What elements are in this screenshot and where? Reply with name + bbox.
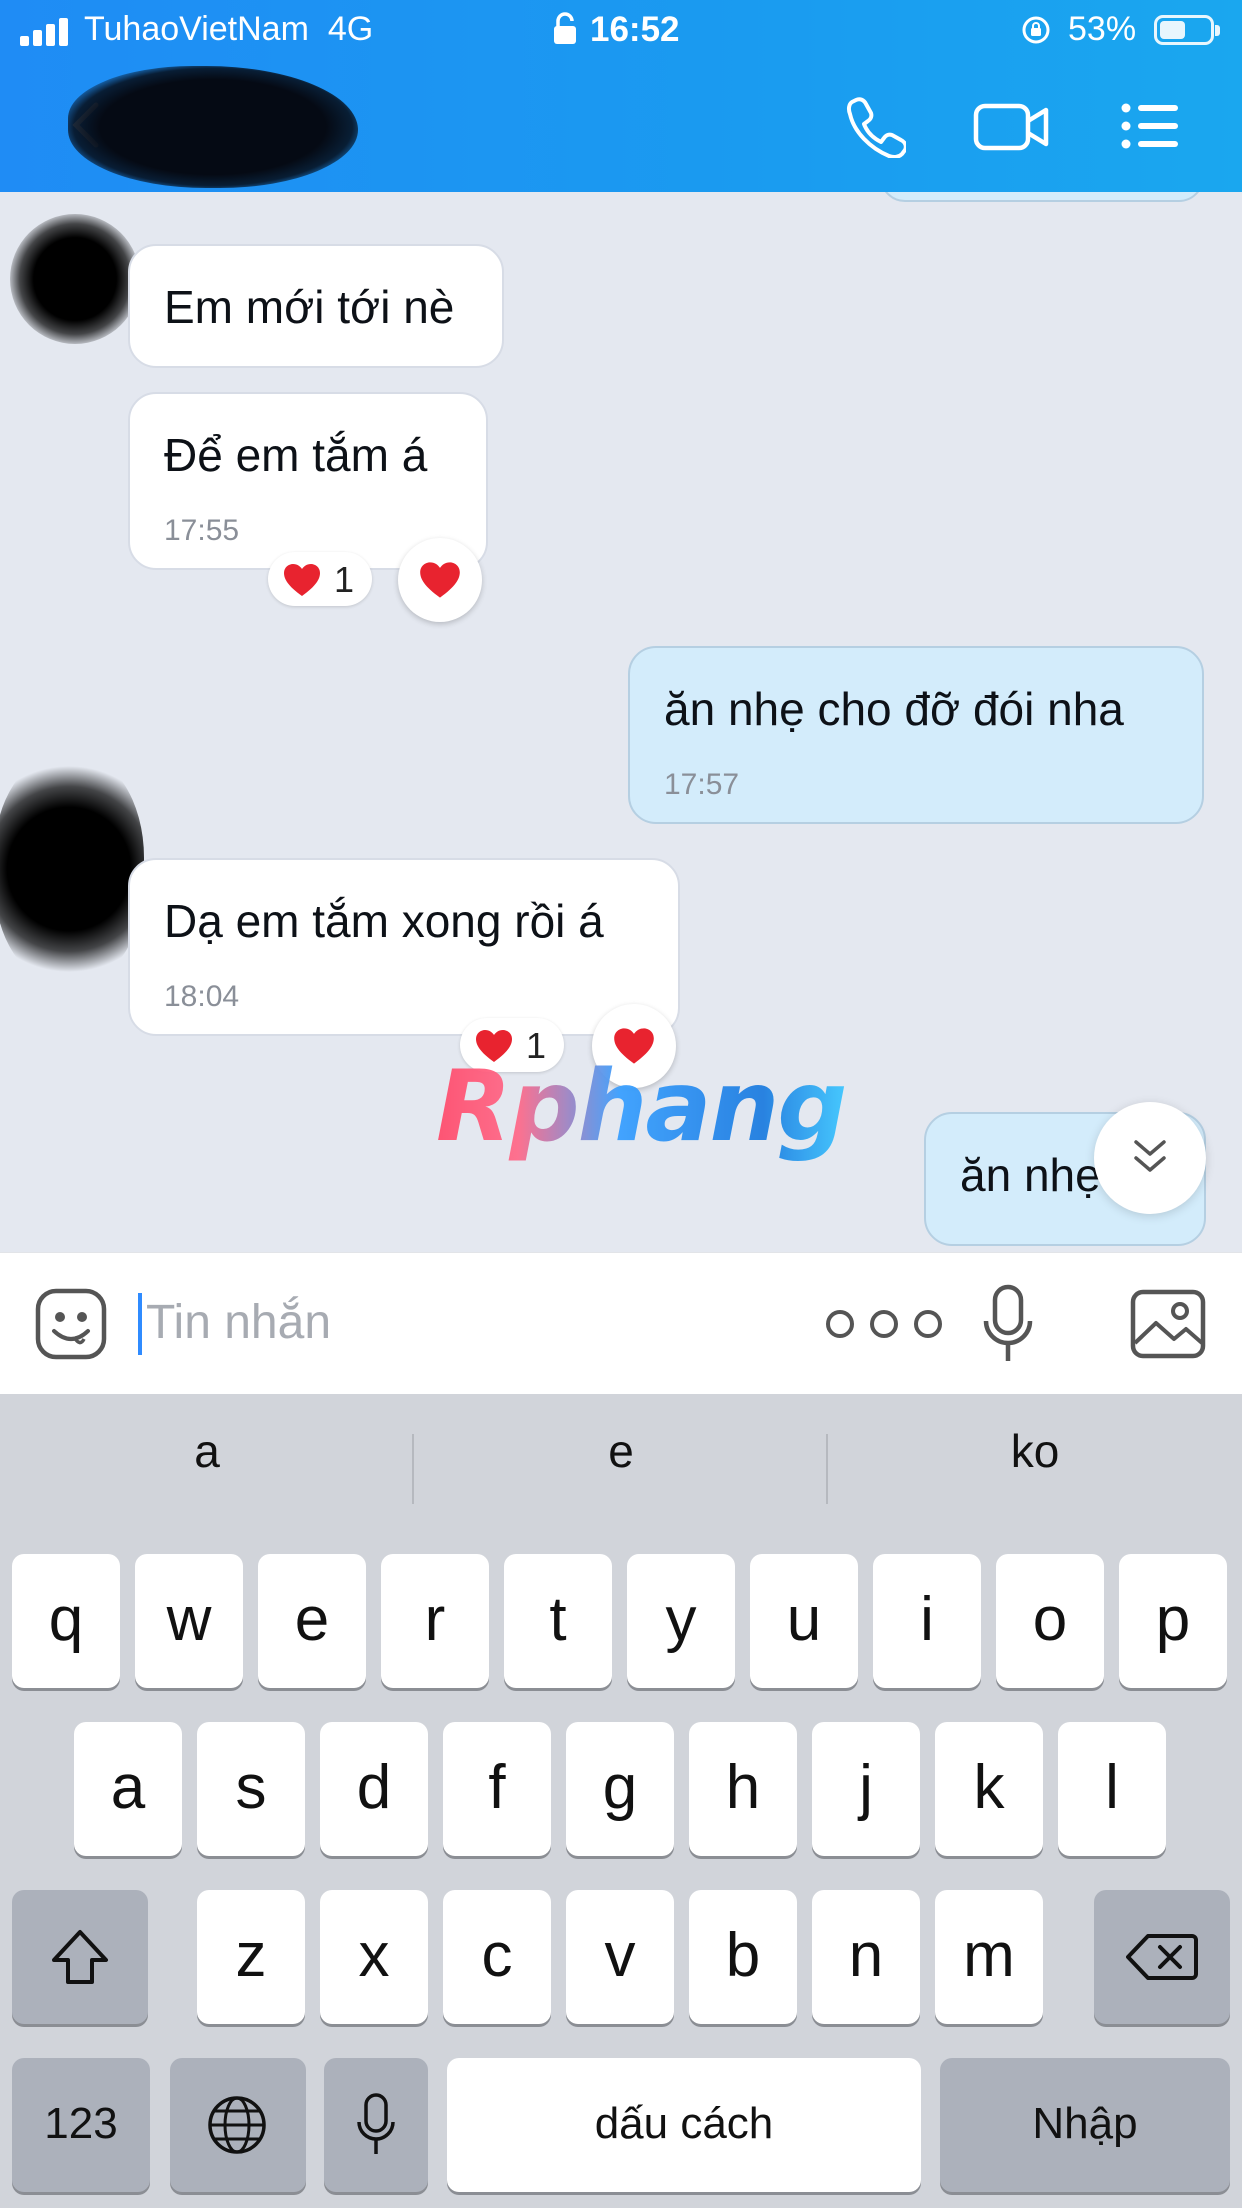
watermark: Rphang: [436, 1050, 847, 1164]
key-u[interactable]: u: [750, 1554, 858, 1688]
react-button[interactable]: [398, 538, 482, 622]
image-icon[interactable]: [1130, 1289, 1206, 1359]
message-bubble[interactable]: Dạ em tắm xong rồi á 18:04: [128, 858, 680, 1036]
key-g[interactable]: g: [566, 1722, 674, 1856]
contact-name-redacted[interactable]: [68, 66, 358, 188]
key-r[interactable]: r: [381, 1554, 489, 1688]
key-p[interactable]: p: [1119, 1554, 1227, 1688]
message-time: 17:57: [664, 768, 740, 801]
suggestion-item[interactable]: a: [0, 1424, 414, 1478]
shift-icon: [52, 1930, 108, 1984]
key-c[interactable]: c: [443, 1890, 551, 2024]
message-time: 18:04: [164, 980, 240, 1013]
shift-key[interactable]: [12, 1890, 148, 2024]
globe-icon: [208, 2096, 266, 2154]
backspace-key[interactable]: [1094, 1890, 1230, 2024]
video-call-icon[interactable]: [972, 94, 1052, 158]
message-bubble[interactable]: ăn nhẹ cho đỡ đói nha 17:57: [628, 646, 1204, 824]
heart-icon: [284, 564, 320, 596]
key-t[interactable]: t: [504, 1554, 612, 1688]
status-bar: TuhaoVietNam 4G 16:52 53%: [0, 0, 1242, 60]
menu-icon[interactable]: [1118, 94, 1182, 158]
keyboard: a e ko q w e r t y u i o p a s d f g h j…: [0, 1394, 1242, 2208]
message-bubble-partial[interactable]: [880, 192, 1204, 202]
key-l[interactable]: l: [1058, 1722, 1166, 1856]
key-z[interactable]: z: [197, 1890, 305, 2024]
key-b[interactable]: b: [689, 1890, 797, 2024]
chat-header: [0, 60, 1242, 192]
key-x[interactable]: x: [320, 1890, 428, 2024]
key-w[interactable]: w: [135, 1554, 243, 1688]
space-key[interactable]: dấu cách: [447, 2058, 921, 2192]
heart-icon: [420, 562, 460, 598]
signal-icon: [20, 18, 72, 46]
key-d[interactable]: d: [320, 1722, 428, 1856]
scroll-to-bottom-button[interactable]: [1094, 1102, 1206, 1214]
chat-area[interactable]: Em mới tới nè Để em tắm á 17:55 1 ăn nhẹ…: [0, 192, 1242, 1252]
numbers-key[interactable]: 123: [12, 2058, 150, 2192]
key-h[interactable]: h: [689, 1722, 797, 1856]
suggestion-item[interactable]: ko: [828, 1424, 1242, 1478]
clock: 16:52: [590, 10, 680, 49]
message-text: Để em tắm á: [164, 429, 428, 481]
message-text: Dạ em tắm xong rồi á: [164, 895, 604, 947]
return-key[interactable]: Nhập: [940, 2058, 1230, 2192]
reaction-count: 1: [334, 559, 355, 600]
message-input-bar: Tin nhắn: [0, 1252, 1242, 1395]
key-q[interactable]: q: [12, 1554, 120, 1688]
key-k[interactable]: k: [935, 1722, 1043, 1856]
backspace-icon: [1126, 1934, 1198, 1980]
top-bar: TuhaoVietNam 4G 16:52 53%: [0, 0, 1242, 192]
rotation-lock-icon: [1022, 16, 1050, 44]
key-s[interactable]: s: [197, 1722, 305, 1856]
message-input[interactable]: Tin nhắn: [146, 1295, 331, 1350]
battery-percent: 53%: [1068, 10, 1137, 48]
reaction-summary[interactable]: 1: [268, 552, 372, 606]
key-e[interactable]: e: [258, 1554, 366, 1688]
battery-icon: [1154, 15, 1220, 45]
message-text: ăn nhẹ: [960, 1149, 1101, 1201]
key-y[interactable]: y: [627, 1554, 735, 1688]
dictation-key[interactable]: [324, 2058, 428, 2192]
key-n[interactable]: n: [812, 1890, 920, 2024]
message-text: Em mới tới nè: [164, 281, 455, 333]
text-caret: [138, 1293, 142, 1355]
microphone-icon[interactable]: [982, 1283, 1034, 1367]
phone-icon[interactable]: [842, 94, 906, 158]
lock-icon: [554, 12, 576, 44]
avatar[interactable]: [10, 214, 140, 344]
microphone-icon: [357, 2093, 395, 2154]
key-m[interactable]: m: [935, 1890, 1043, 2024]
message-text: ăn nhẹ cho đỡ đói nha: [664, 683, 1124, 735]
carrier-name: TuhaoVietNam 4G: [84, 10, 374, 48]
globe-key[interactable]: [170, 2058, 306, 2192]
message-bubble[interactable]: Em mới tới nè: [128, 244, 504, 368]
key-i[interactable]: i: [873, 1554, 981, 1688]
key-f[interactable]: f: [443, 1722, 551, 1856]
key-o[interactable]: o: [996, 1554, 1104, 1688]
sticker-icon[interactable]: [34, 1287, 108, 1361]
avatar[interactable]: [0, 754, 144, 984]
suggestion-item[interactable]: e: [414, 1424, 828, 1478]
key-a[interactable]: a: [74, 1722, 182, 1856]
more-icon[interactable]: [822, 1307, 946, 1341]
chevron-down-icon: [1134, 1140, 1166, 1172]
network-type: 4G: [327, 10, 374, 48]
message-time: 17:55: [164, 514, 240, 547]
key-j[interactable]: j: [812, 1722, 920, 1856]
key-v[interactable]: v: [566, 1890, 674, 2024]
